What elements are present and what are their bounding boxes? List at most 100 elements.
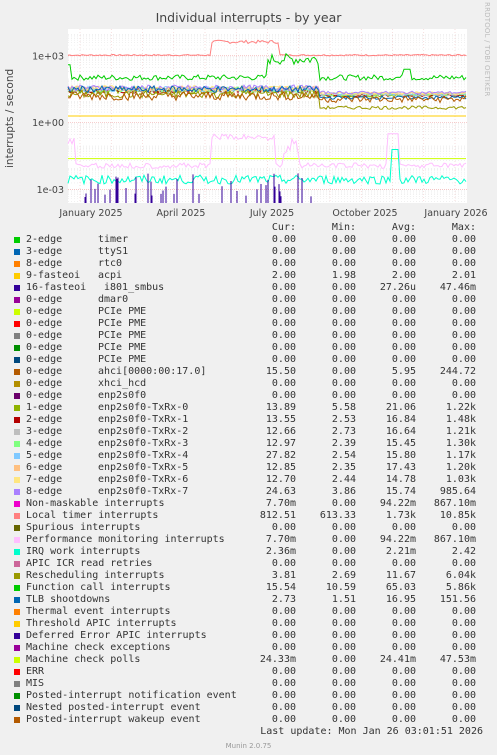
legend-row: Posted-interrupt wakeup event 0.00 0.00 0.0… <box>0 714 497 726</box>
series-device: PCIe PME <box>98 318 147 329</box>
series-device: ahci[0000:00:17.0] <box>98 366 207 377</box>
series-name: Performance monitoring interrupts <box>26 534 225 545</box>
series-name: Nested posted-interrupt event <box>26 702 201 713</box>
legend-row: 3-edge ttyS1 0.00 0.00 0.00 0.00 <box>0 246 497 258</box>
series-name: 16-fasteoi <box>26 282 87 293</box>
series-name: IRQ work interrupts <box>26 546 141 557</box>
legend-row: Rescheduling interrupts 3.81 2.69 11.67 6.04… <box>0 570 497 582</box>
legend-row: 0-edge dmar0 0.00 0.00 0.00 0.00 <box>0 294 497 306</box>
series-name: 0-edge <box>26 330 63 341</box>
series-device: enp2s0f0 <box>98 390 147 401</box>
legend-row: 8-edge rtc0 0.00 0.00 0.00 0.00 <box>0 258 497 270</box>
value-max: 47.53m <box>439 654 476 665</box>
series-name: Posted-interrupt wakeup event <box>26 714 201 725</box>
legend-row: TLB shootdowns 2.73 1.51 16.95 151.56 <box>0 594 497 606</box>
legend-row: Threshold APIC interrupts 0.00 0.00 0.00 0.0… <box>0 618 497 630</box>
legend-swatch <box>14 525 20 531</box>
x-tick-label: July 2025 <box>249 208 294 219</box>
series-name: MIS <box>26 678 45 689</box>
legend-swatch <box>14 681 20 687</box>
legend-swatch <box>14 633 20 639</box>
value-max: 6.04k <box>445 570 476 581</box>
legend-row: 0-edge xhci_hcd 0.00 0.00 0.00 0.00 <box>0 378 497 390</box>
value-max: 5.86k <box>445 582 476 593</box>
legend-swatch <box>14 237 20 243</box>
legend-label: Local timer interrupts <box>26 510 158 522</box>
legend-swatch <box>14 597 20 603</box>
legend-label: 1-edge enp2s0f0-TxRx-0 <box>26 402 188 414</box>
value-max: 985.64 <box>439 486 476 497</box>
value-max: 151.56 <box>439 594 476 605</box>
legend-label: Rescheduling interrupts <box>26 570 164 582</box>
value-max: 1.21k <box>445 426 476 437</box>
legend: 2-edge timer 0.00 0.00 0.00 0.00 3-edge ttyS1 0.… <box>0 234 497 726</box>
value-max: 0.00 <box>451 294 476 305</box>
series-device: PCIe PME <box>98 342 147 353</box>
series-device: enp2s0f0-TxRx-3 <box>98 438 189 449</box>
legend-label: 4-edge enp2s0f0-TxRx-3 <box>26 438 188 450</box>
legend-label: 0-edge xhci_hcd <box>26 378 146 390</box>
legend-row: 0-edge PCIe PME 0.00 0.00 0.00 0.00 <box>0 318 497 330</box>
legend-row: 1-edge enp2s0f0-TxRx-0 13.89 5.58 21.06 1.22k <box>0 402 497 414</box>
legend-row: 0-edge PCIe PME 0.00 0.00 0.00 0.00 <box>0 330 497 342</box>
legend-row: 2-edge enp2s0f0-TxRx-1 13.55 2.53 16.84 1.48k <box>0 414 497 426</box>
legend-row: Spurious interrupts 0.00 0.00 0.00 0.00 <box>0 522 497 534</box>
series-name: Posted-interrupt notification event <box>26 690 237 701</box>
legend-label: 0-edge PCIe PME <box>26 354 146 366</box>
series-name: APIC ICR read retries <box>26 558 153 569</box>
legend-row: 9-fasteoi acpi 2.00 1.98 2.00 2.01 <box>0 270 497 282</box>
legend-swatch <box>14 717 20 723</box>
legend-swatch <box>14 573 20 579</box>
series-device: enp2s0f0-TxRx-0 <box>98 402 189 413</box>
legend-label: 0-edge dmar0 <box>26 294 128 306</box>
x-tick-label: April 2025 <box>157 208 206 219</box>
legend-swatch <box>14 477 20 483</box>
value-max: 0.00 <box>451 378 476 389</box>
legend-row: 0-edge enp2s0f0 0.00 0.00 0.00 0.00 <box>0 390 497 402</box>
legend-row: Thermal event interrupts 0.00 0.00 0.00 0.00 <box>0 606 497 618</box>
value-max: 244.72 <box>439 366 476 377</box>
value-max: 0.00 <box>451 606 476 617</box>
legend-swatch <box>14 453 20 459</box>
series-device: enp2s0f0-TxRx-1 <box>98 414 189 425</box>
legend-row: Nested posted-interrupt event 0.00 0.00 0.0… <box>0 702 497 714</box>
series-name: 3-edge <box>26 426 63 437</box>
legend-swatch <box>14 321 20 327</box>
series-name: Threshold APIC interrupts <box>26 618 177 629</box>
legend-row: MIS 0.00 0.00 0.00 0.00 <box>0 678 497 690</box>
legend-swatch <box>14 273 20 279</box>
series-name: 0-edge <box>26 366 63 377</box>
value-max: 0.00 <box>451 642 476 653</box>
value-max: 0.00 <box>451 318 476 329</box>
series-name: TLB shootdowns <box>26 594 111 605</box>
legend-row: Deferred Error APIC interrupts 0.00 0.00 0.… <box>0 630 497 642</box>
legend-swatch <box>14 297 20 303</box>
legend-row: IRQ work interrupts 2.36m 0.00 2.21m 2.42 <box>0 546 497 558</box>
series-device: enp2s0f0-TxRx-2 <box>98 426 189 437</box>
legend-label: Machine check exceptions <box>26 642 171 654</box>
legend-label: 2-edge enp2s0f0-TxRx-1 <box>26 414 188 426</box>
series-name: Rescheduling interrupts <box>26 570 165 581</box>
series-device: acpi <box>98 270 123 281</box>
series-name: Non-maskable interrupts <box>26 498 165 509</box>
series-name: 0-edge <box>26 354 63 365</box>
legend-swatch <box>14 249 20 255</box>
value-max: 0.00 <box>451 558 476 569</box>
value-max: 0.00 <box>451 666 476 677</box>
legend-label: MIS <box>26 678 44 690</box>
legend-row: 0-edge PCIe PME 0.00 0.00 0.00 0.00 <box>0 354 497 366</box>
series-device: PCIe PME <box>98 306 147 317</box>
legend-swatch <box>14 549 20 555</box>
legend-label: 3-edge ttyS1 <box>26 246 128 258</box>
series-device: enp2s0f0-TxRx-4 <box>98 450 189 461</box>
col-cur-header: Cur: <box>271 222 296 233</box>
series-name: Deferred Error APIC interrupts <box>26 630 207 641</box>
value-max: 2.42 <box>451 546 476 557</box>
value-max: 0.00 <box>451 306 476 317</box>
legend-label: Non-maskable interrupts <box>26 498 164 510</box>
legend-label: 9-fasteoi acpi <box>26 270 122 282</box>
legend-row: Non-maskable interrupts 7.70m 0.00 94.22m 86… <box>0 498 497 510</box>
legend-row: 4-edge enp2s0f0-TxRx-3 12.97 2.39 15.45 1.30k <box>0 438 497 450</box>
legend-swatch <box>14 609 20 615</box>
value-max: 0.00 <box>451 246 476 257</box>
